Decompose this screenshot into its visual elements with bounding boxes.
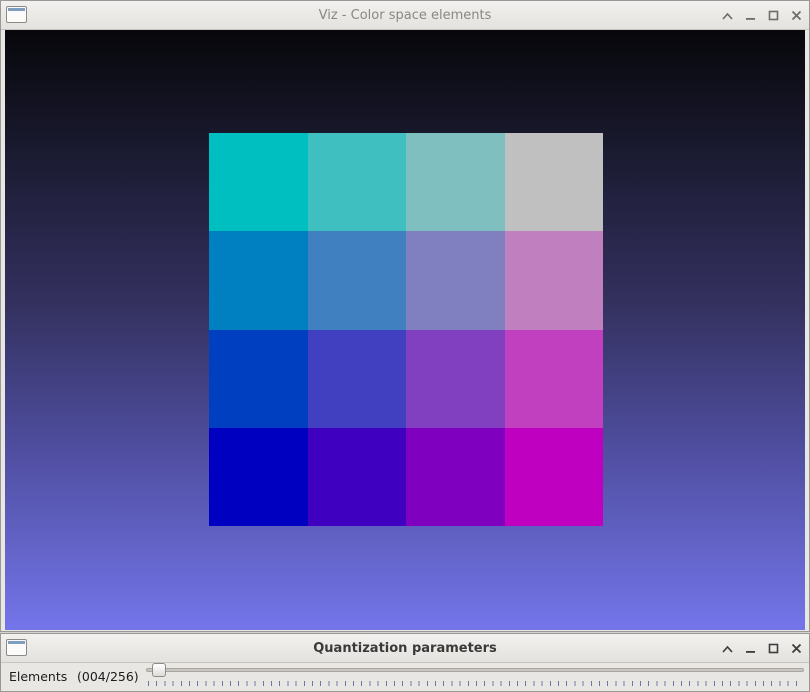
color-cell bbox=[307, 133, 406, 232]
color-cell bbox=[209, 133, 308, 232]
shade-up-icon[interactable] bbox=[721, 642, 734, 655]
color-cell bbox=[406, 133, 505, 232]
color-cell bbox=[504, 427, 603, 526]
color-cell bbox=[504, 329, 603, 428]
quantization-titlebar[interactable]: Quantization parameters bbox=[1, 634, 809, 663]
maximize-icon[interactable] bbox=[767, 642, 780, 655]
color-cell bbox=[406, 427, 505, 526]
slider-thumb[interactable] bbox=[151, 663, 166, 677]
minimize-icon[interactable] bbox=[744, 642, 757, 655]
color-cell bbox=[209, 427, 308, 526]
quantization-window: Quantization parameters Elements (004/25… bbox=[0, 633, 810, 692]
elements-slider-row: Elements (004/256) bbox=[1, 663, 809, 691]
minimize-icon[interactable] bbox=[744, 9, 757, 22]
elements-label: Elements bbox=[9, 669, 68, 684]
color-cell bbox=[209, 231, 308, 330]
slider-ticks bbox=[148, 681, 804, 686]
color-cell bbox=[209, 329, 308, 428]
elements-value: (004/256) bbox=[77, 669, 139, 684]
viz-titlebar[interactable]: Viz - Color space elements bbox=[1, 1, 809, 30]
viz-window: Viz - Color space elements bbox=[0, 0, 810, 632]
color-cell bbox=[307, 329, 406, 428]
quantization-window-title: Quantization parameters bbox=[313, 641, 497, 656]
close-icon[interactable] bbox=[790, 9, 803, 22]
color-cell bbox=[406, 329, 505, 428]
shade-up-icon[interactable] bbox=[721, 9, 734, 22]
color-cell bbox=[307, 427, 406, 526]
color-cell bbox=[504, 231, 603, 330]
viz-window-title: Viz - Color space elements bbox=[318, 8, 492, 23]
color-space-canvas[interactable] bbox=[5, 30, 805, 630]
color-cell bbox=[504, 133, 603, 232]
color-grid bbox=[209, 133, 603, 526]
color-cell bbox=[307, 231, 406, 330]
close-icon[interactable] bbox=[790, 642, 803, 655]
color-cell bbox=[406, 231, 505, 330]
maximize-icon[interactable] bbox=[767, 9, 780, 22]
elements-slider[interactable] bbox=[146, 663, 804, 677]
